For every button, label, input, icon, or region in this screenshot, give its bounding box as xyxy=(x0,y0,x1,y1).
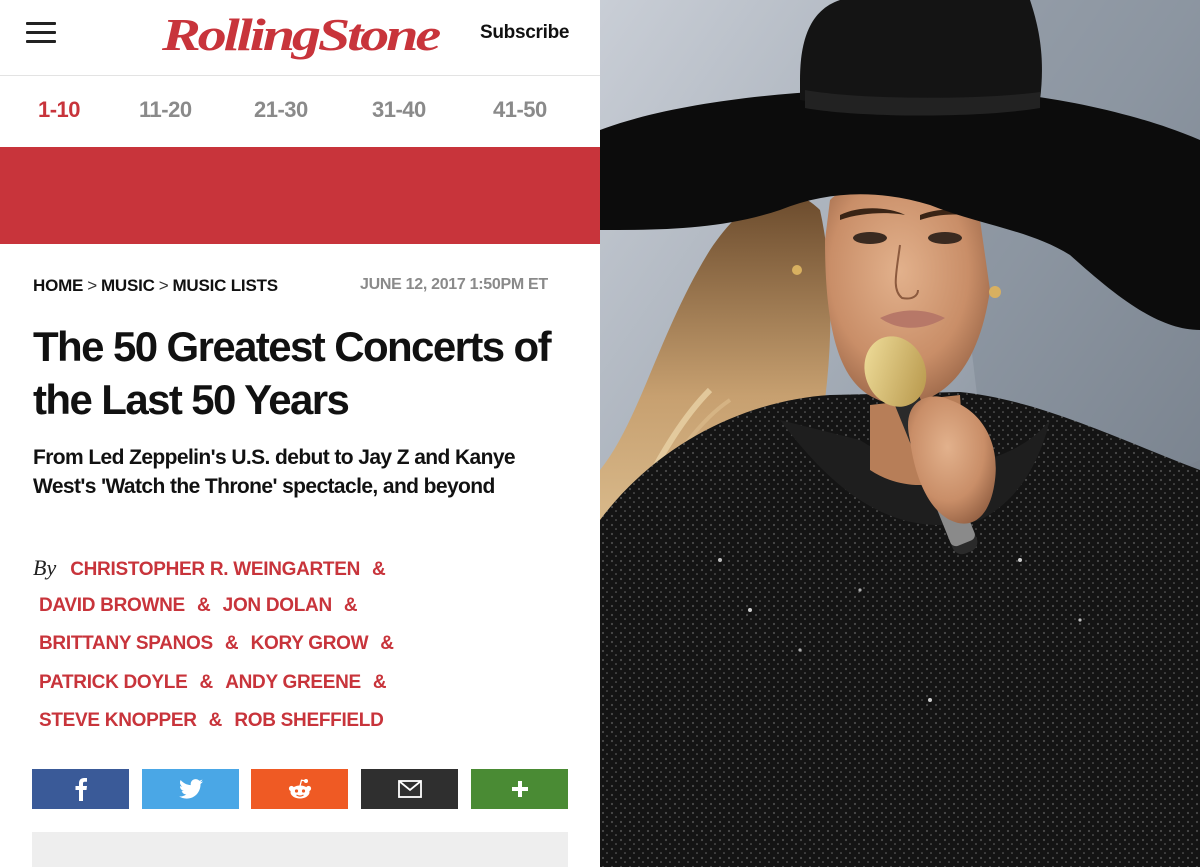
tab-21-30[interactable]: 21-30 xyxy=(254,97,308,123)
ampersand: & xyxy=(224,633,239,654)
svg-text:RollingStone: RollingStone xyxy=(161,9,441,60)
pagination-tabs: 1-10 11-20 21-30 31-40 41-50 xyxy=(0,77,600,147)
email-icon xyxy=(397,780,422,798)
author-link[interactable]: JON DOLAN xyxy=(223,595,333,616)
author-link[interactable]: CHRISTOPHER R. WEINGARTEN xyxy=(70,559,360,580)
email-share-button[interactable] xyxy=(361,769,458,809)
byline-row: DAVID BROWNE & JON DOLAN & xyxy=(39,595,370,625)
author-link[interactable]: ROB SHEFFIELD xyxy=(234,710,383,731)
byline-row: STEVE KNOPPER & ROB SHEFFIELD xyxy=(39,710,384,740)
ampersand: & xyxy=(343,595,358,616)
breadcrumb: HOME > MUSIC > MUSIC LISTS xyxy=(33,276,278,296)
ampersand: & xyxy=(372,559,386,580)
article-dek: From Led Zeppelin's U.S. debut to Jay Z … xyxy=(33,446,516,498)
plus-icon xyxy=(511,781,528,797)
hero-photo-panel xyxy=(600,0,1200,867)
ampersand: & xyxy=(199,672,214,693)
content-placeholder xyxy=(32,832,568,867)
reddit-share-button[interactable] xyxy=(251,769,348,809)
hamburger-icon[interactable] xyxy=(26,22,58,46)
more-share-button[interactable] xyxy=(471,769,568,809)
author-link[interactable]: KORY GROW xyxy=(251,633,369,654)
author-link[interactable]: DAVID BROWNE xyxy=(39,595,185,616)
publish-date: JUNE 12, 2017 1:50PM ET xyxy=(360,276,548,293)
breadcrumb-separator: > xyxy=(87,276,97,295)
breadcrumb-music-lists[interactable]: MUSIC LISTS xyxy=(172,276,278,295)
author-link[interactable]: ANDY GREENE xyxy=(225,672,361,693)
twitter-share-button[interactable] xyxy=(142,769,239,809)
reddit-icon xyxy=(288,779,311,799)
subscribe-link[interactable]: Subscribe xyxy=(480,22,569,44)
tab-1-10[interactable]: 1-10 xyxy=(38,97,81,123)
ad-banner xyxy=(0,147,600,244)
breadcrumb-home[interactable]: HOME xyxy=(33,276,83,295)
breadcrumb-music[interactable]: MUSIC xyxy=(101,276,155,295)
site-header: RollingStone Subscribe xyxy=(0,0,600,76)
rolling-stone-logo[interactable]: RollingStone xyxy=(160,4,442,66)
author-link[interactable]: BRITTANY SPANOS xyxy=(39,633,213,654)
article-panel: RollingStone Subscribe 1-10 11-20 21-30 … xyxy=(0,0,600,867)
author-link[interactable]: STEVE KNOPPER xyxy=(39,710,197,731)
byline-row: PATRICK DOYLE & ANDY GREENE & xyxy=(39,672,399,702)
tab-31-40[interactable]: 31-40 xyxy=(372,97,426,123)
byline-row: By CHRISTOPHER R. WEINGARTEN & xyxy=(33,555,398,585)
facebook-icon xyxy=(75,778,87,801)
ampersand: & xyxy=(208,710,223,731)
by-label: By xyxy=(33,555,57,580)
twitter-icon xyxy=(178,779,203,799)
tab-11-20[interactable]: 11-20 xyxy=(139,97,192,123)
tab-41-50[interactable]: 41-50 xyxy=(493,97,547,123)
author-link[interactable]: PATRICK DOYLE xyxy=(39,672,188,693)
byline-row: BRITTANY SPANOS & KORY GROW & xyxy=(39,633,406,663)
facebook-share-button[interactable] xyxy=(32,769,129,809)
performer-photo xyxy=(600,0,1200,867)
article-title: The 50 Greatest Concerts of the Last 50 … xyxy=(33,323,552,423)
ampersand: & xyxy=(196,595,211,616)
ampersand: & xyxy=(380,633,395,654)
breadcrumb-separator: > xyxy=(158,276,169,295)
ampersand: & xyxy=(372,672,387,693)
